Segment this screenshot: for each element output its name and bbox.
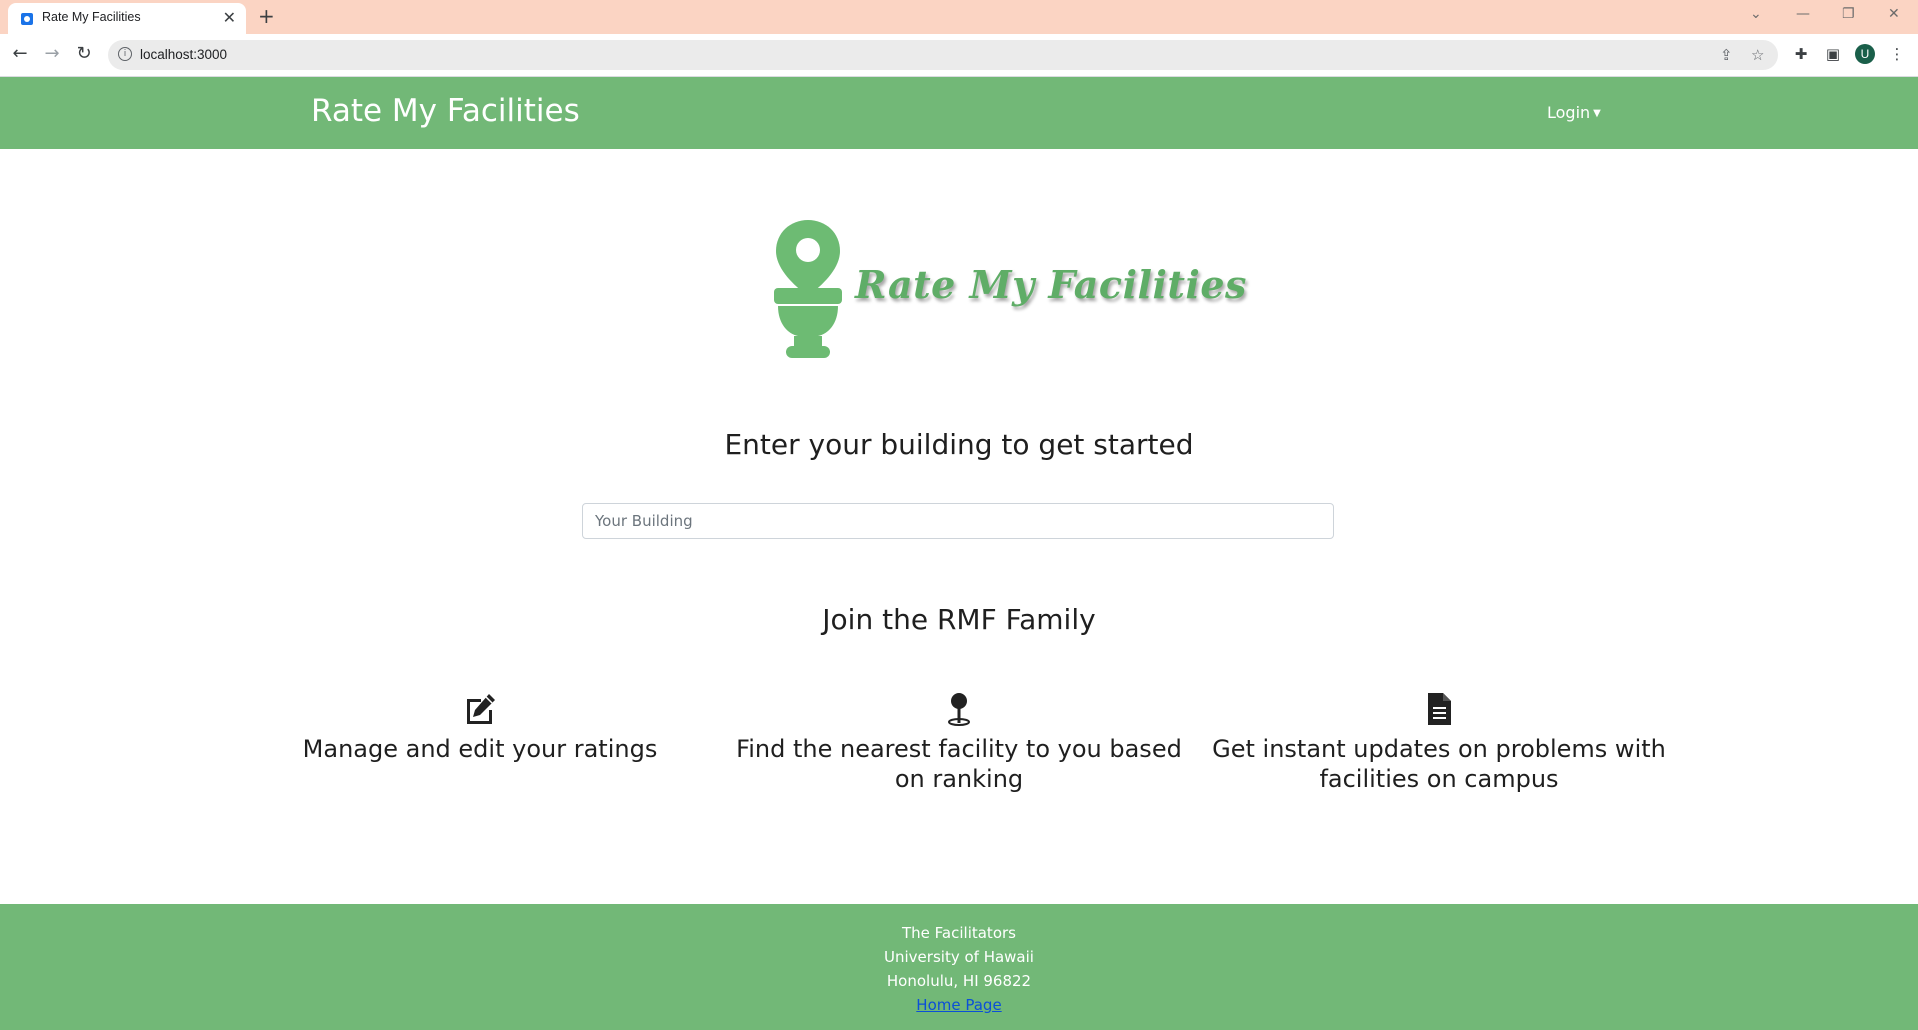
- footer-university: University of Hawaii: [884, 948, 1034, 966]
- toilet-pin-logo: [774, 220, 842, 358]
- login-dropdown[interactable]: Login ▼: [1547, 103, 1601, 122]
- extensions-icon[interactable]: ✚: [1790, 43, 1812, 65]
- forward-icon[interactable]: →: [40, 42, 64, 66]
- avatar[interactable]: U: [1855, 44, 1875, 64]
- site-footer: The Facilitators University of Hawaii Ho…: [0, 904, 1918, 1030]
- minimize-icon[interactable]: —: [1796, 4, 1810, 24]
- star-icon[interactable]: ☆: [1751, 44, 1764, 66]
- feature-updates: Get instant updates on problems with fac…: [1199, 692, 1679, 794]
- caret-down-icon: ▼: [1593, 108, 1601, 119]
- feature-find: Find the nearest facility to you based o…: [719, 692, 1199, 794]
- browser-toolbar: ← → ↻ i localhost:3000 ⇪ ☆ ✚ ▣ U ⋮: [0, 34, 1918, 77]
- browser-tab[interactable]: Rate My Facilities ✕: [8, 3, 246, 34]
- feature-manage: Manage and edit your ratings: [240, 692, 720, 764]
- window-close-icon[interactable]: ✕: [1888, 4, 1900, 24]
- page-headline: Enter your building to get started: [724, 428, 1194, 461]
- close-icon[interactable]: ✕: [223, 8, 236, 28]
- address-bar[interactable]: i localhost:3000 ⇪ ☆: [108, 40, 1778, 70]
- feature-label: Find the nearest facility to you based o…: [736, 735, 1182, 793]
- map-pin-icon: [948, 693, 970, 726]
- tab-search-icon[interactable]: ⌄: [1750, 4, 1762, 24]
- site-navbar: Rate My Facilities Login ▼: [0, 77, 1918, 149]
- brand-link[interactable]: Rate My Facilities: [311, 93, 580, 129]
- logo-text: Rate My Facilities: [855, 262, 1247, 307]
- edit-icon: [467, 694, 495, 724]
- document-icon: [1428, 693, 1451, 725]
- tab-strip: Rate My Facilities ✕ + ⌄ — ❐ ✕: [0, 0, 1918, 34]
- footer-address: Honolulu, HI 96822: [886, 972, 1032, 990]
- tab-title: Rate My Facilities: [42, 10, 141, 24]
- favicon-icon: [21, 13, 33, 25]
- login-label: Login: [1547, 103, 1591, 122]
- side-panel-icon[interactable]: ▣: [1822, 43, 1844, 65]
- feature-label: Get instant updates on problems with fac…: [1212, 735, 1666, 793]
- footer-team: The Facilitators: [902, 924, 1016, 942]
- feature-label: Manage and edit your ratings: [302, 735, 658, 763]
- reload-icon[interactable]: ↻: [72, 42, 96, 66]
- footer-link-row: Home Page: [0, 995, 1918, 1015]
- menu-icon[interactable]: ⋮: [1886, 43, 1908, 65]
- plus-icon[interactable]: +: [258, 6, 275, 26]
- back-icon[interactable]: ←: [8, 42, 32, 66]
- info-icon[interactable]: i: [118, 47, 132, 61]
- building-search-input[interactable]: [582, 503, 1334, 539]
- restore-icon[interactable]: ❐: [1842, 4, 1855, 24]
- join-title: Join the RMF Family: [822, 603, 1096, 636]
- home-page-link[interactable]: Home Page: [916, 996, 1001, 1014]
- share-icon[interactable]: ⇪: [1720, 44, 1733, 66]
- url-text: localhost:3000: [140, 47, 228, 62]
